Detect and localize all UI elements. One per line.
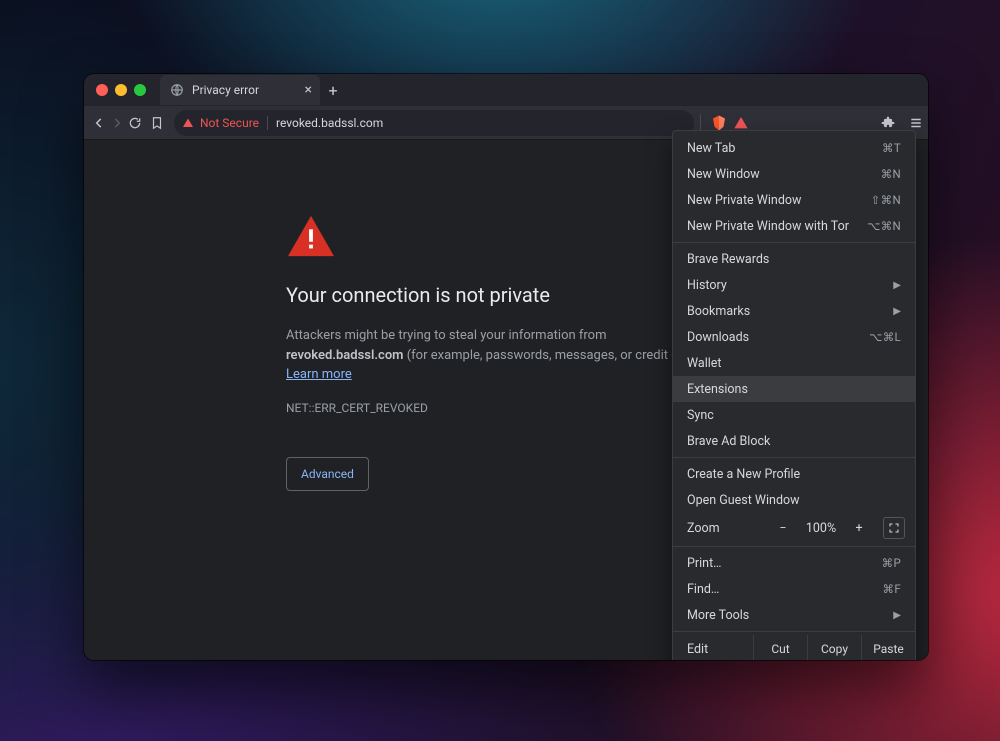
- reload-button[interactable]: [128, 110, 142, 136]
- not-secure-label: Not Secure: [200, 116, 259, 130]
- divider: [700, 114, 701, 132]
- menu-bookmarks[interactable]: Bookmarks▶: [673, 298, 915, 324]
- tab-strip: Privacy error × +: [84, 74, 928, 106]
- menu-downloads[interactable]: Downloads⌥⌘L: [673, 324, 915, 350]
- zoom-out-button[interactable]: −: [773, 518, 793, 538]
- menu-create-profile[interactable]: Create a New Profile: [673, 461, 915, 487]
- error-code: NET::ERR_CERT_REVOKED: [286, 399, 716, 417]
- minimize-window-button[interactable]: [115, 84, 127, 96]
- menu-print[interactable]: Print…⌘P: [673, 550, 915, 576]
- fullscreen-window-button[interactable]: [134, 84, 146, 96]
- menu-separator: [673, 242, 915, 243]
- address-bar[interactable]: Not Secure revoked.badssl.com: [174, 110, 694, 136]
- menu-guest-window[interactable]: Open Guest Window: [673, 487, 915, 513]
- security-indicator[interactable]: Not Secure: [182, 116, 259, 130]
- bookmark-button[interactable]: [150, 110, 164, 136]
- divider: [267, 116, 268, 130]
- tab-privacy-error[interactable]: Privacy error ×: [160, 75, 320, 105]
- forward-button[interactable]: [110, 110, 124, 136]
- fullscreen-button[interactable]: [883, 517, 905, 539]
- chevron-right-icon: ▶: [893, 306, 901, 317]
- close-tab-button[interactable]: ×: [305, 82, 312, 98]
- close-window-button[interactable]: [96, 84, 108, 96]
- menu-separator: [673, 631, 915, 632]
- error-interstitial: Your connection is not private Attackers…: [286, 214, 716, 491]
- browser-window: Privacy error × + Not Secure revoked.bad…: [84, 74, 928, 660]
- advanced-button[interactable]: Advanced: [286, 457, 369, 491]
- menu-history[interactable]: History▶: [673, 272, 915, 298]
- menu-separator: [673, 546, 915, 547]
- menu-sync[interactable]: Sync: [673, 402, 915, 428]
- menu-separator: [673, 457, 915, 458]
- menu-find[interactable]: Find…⌘F: [673, 576, 915, 602]
- url-text: revoked.badssl.com: [276, 116, 383, 130]
- warning-small-icon: [182, 117, 194, 129]
- menu-new-tor-window[interactable]: New Private Window with Tor⌥⌘N: [673, 213, 915, 239]
- menu-new-private-window[interactable]: New Private Window⇧⌘N: [673, 187, 915, 213]
- back-button[interactable]: [92, 110, 106, 136]
- error-body: Attackers might be trying to steal your …: [286, 326, 716, 385]
- zoom-in-button[interactable]: +: [849, 518, 869, 538]
- menu-new-tab[interactable]: New Tab⌘T: [673, 135, 915, 161]
- menu-brave-rewards[interactable]: Brave Rewards: [673, 246, 915, 272]
- app-menu: New Tab⌘T New Window⌘N New Private Windo…: [672, 130, 916, 660]
- menu-new-window[interactable]: New Window⌘N: [673, 161, 915, 187]
- menu-copy[interactable]: Copy: [807, 635, 861, 660]
- warning-large-icon: [286, 214, 716, 258]
- chevron-right-icon: ▶: [893, 280, 901, 291]
- menu-extensions[interactable]: Extensions: [673, 376, 915, 402]
- window-controls: [92, 84, 154, 96]
- menu-more-tools[interactable]: More Tools▶: [673, 602, 915, 628]
- tab-title: Privacy error: [192, 83, 259, 97]
- error-title: Your connection is not private: [286, 280, 716, 310]
- menu-paste[interactable]: Paste: [861, 635, 915, 660]
- zoom-value: 100%: [801, 521, 841, 536]
- menu-edit-row: Edit Cut Copy Paste: [673, 635, 915, 660]
- menu-zoom: Zoom − 100% +: [673, 513, 915, 543]
- menu-wallet[interactable]: Wallet: [673, 350, 915, 376]
- new-tab-button[interactable]: +: [320, 77, 346, 103]
- learn-more-link[interactable]: Learn more: [286, 367, 352, 382]
- globe-icon: [170, 83, 184, 97]
- chevron-right-icon: ▶: [893, 610, 901, 621]
- menu-ad-block[interactable]: Brave Ad Block: [673, 428, 915, 454]
- menu-cut[interactable]: Cut: [753, 635, 807, 660]
